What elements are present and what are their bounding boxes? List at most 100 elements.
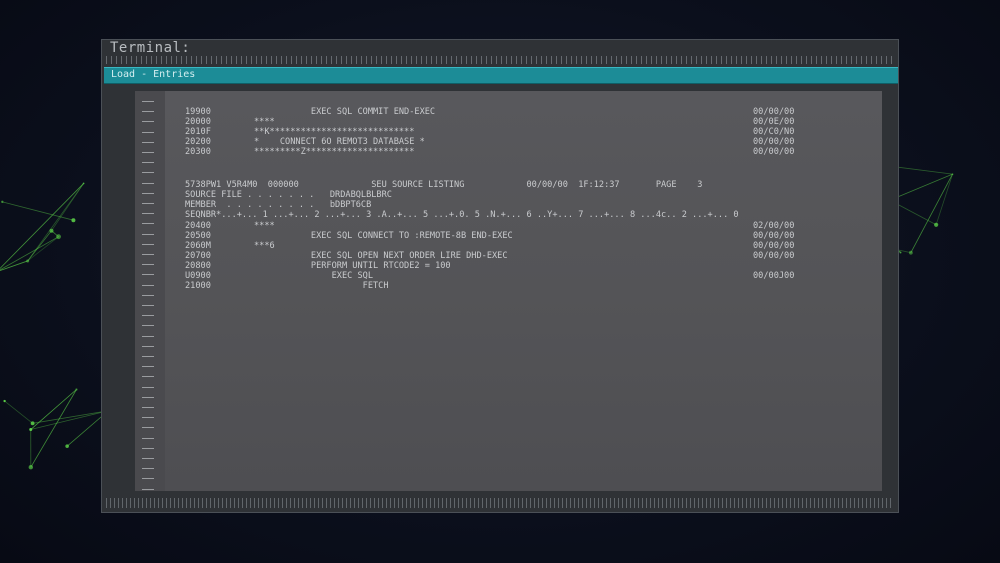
network-link: [0, 183, 84, 269]
line-seq: 20000: [185, 117, 211, 127]
line-code: FETCH: [254, 281, 389, 291]
network-link: [0, 236, 59, 271]
gutter-mark: [142, 366, 154, 367]
line-stat: 00/00/00: [753, 147, 795, 157]
line-seq: 20800: [185, 261, 211, 271]
line-code: PERFORM UNTIL RTCODE2 = 100: [254, 261, 451, 271]
network-node: [28, 465, 34, 470]
line-seq: 20700: [185, 251, 211, 261]
line-seq: 20500: [185, 231, 211, 241]
network-link: [2, 201, 74, 221]
network-node: [26, 259, 30, 263]
line-code: ****: [254, 117, 275, 127]
line-stat: 00/00/00: [753, 137, 795, 147]
network-node: [56, 234, 61, 240]
menu-bar[interactable]: Load - Entries: [104, 67, 898, 84]
network-link: [4, 400, 33, 424]
gutter-mark: [142, 417, 154, 418]
gutter-mark: [142, 397, 154, 398]
gutter-mark: [142, 162, 154, 163]
gutter-mark: [142, 132, 154, 133]
gutter-mark: [142, 356, 154, 357]
gutter-mark: [142, 336, 154, 337]
gutter-mark: [142, 305, 154, 306]
line-code: EXEC SQL COMMIT END-EXEC: [254, 107, 436, 117]
gutter-mark: [142, 264, 154, 265]
network-link: [30, 389, 77, 468]
window-title: Terminal:: [110, 40, 191, 56]
network-node: [951, 173, 954, 175]
gutter-mark: [142, 346, 154, 347]
title-bar: Terminal:: [102, 40, 898, 66]
line-stat: 00/00J00: [753, 271, 795, 281]
network-node: [65, 444, 69, 448]
line-seq: 20200: [185, 137, 211, 147]
line-stat: 00/00/00: [753, 241, 795, 251]
gutter-mark: [142, 193, 154, 194]
gutter-mark: [142, 387, 154, 388]
gutter-mark: [142, 315, 154, 316]
gutter-mark: [142, 121, 154, 122]
line-code: EXEC SQL CONNECT TO :REMOTE-8B END-EXEC: [254, 231, 513, 241]
line-seq: 2060M: [185, 241, 211, 251]
line-code: *********Z*********************: [254, 147, 415, 157]
line-stat: 00/00/00: [753, 107, 795, 117]
listing-header: 5738PW1 V5R4M0 000000 SEU SOURCE LISTING…: [185, 180, 703, 190]
gutter-mark: [142, 183, 154, 184]
network-link: [27, 236, 59, 262]
line-seq: 20300: [185, 147, 211, 157]
line-code: **K****************************: [254, 127, 415, 137]
network-link: [910, 173, 953, 253]
network-node: [49, 228, 54, 233]
line-stat: 00/C0/N0: [753, 127, 795, 137]
gutter-mark: [142, 325, 154, 326]
gutter-mark: [142, 448, 154, 449]
network-node: [75, 388, 78, 391]
network-node: [71, 218, 76, 223]
gutter-mark: [142, 101, 154, 102]
source-file-line: SOURCE FILE . . . . . . . DRDABQLBLBRC: [185, 190, 392, 200]
gutter-mark: [142, 438, 154, 439]
network-link: [51, 230, 59, 237]
gutter-mark: [142, 458, 154, 459]
line-code: * CONNECT 6O REMOT3 DATABASE *: [254, 137, 425, 147]
gutter-mark: [142, 213, 154, 214]
gutter-mark: [142, 478, 154, 479]
network-node: [82, 182, 85, 185]
line-stat: 02/00/00: [753, 221, 795, 231]
terminal-screen: 19900 EXEC SQL COMMIT END-EXEC 00/00/00 20…: [135, 91, 882, 491]
line-code: EXEC SQL OPEN NEXT ORDER LIRE DHD-EXEC: [254, 251, 508, 261]
line-gutter: [135, 91, 165, 491]
top-tick-ruler: [106, 56, 894, 64]
gutter-mark: [142, 234, 154, 235]
terminal-window: Terminal: Load - Entries 19900 EXEC SQL …: [101, 39, 899, 513]
line-seq: 19900: [185, 107, 211, 117]
network-link: [30, 389, 77, 430]
network-link: [0, 260, 28, 271]
network-link: [30, 410, 109, 430]
gutter-mark: [142, 152, 154, 153]
network-link: [27, 183, 84, 262]
gutter-mark: [142, 172, 154, 173]
network-link: [51, 183, 84, 231]
line-stat: 00/0E/00: [753, 117, 795, 127]
gutter-mark: [142, 468, 154, 469]
sequence-ruler: SEQNBR*...+... 1 ...+... 2 ...+... 3 .A.…: [185, 210, 739, 220]
line-code: ***6: [254, 241, 275, 251]
network-link: [27, 230, 52, 262]
line-seq: 2010F: [185, 127, 211, 137]
network-node: [908, 250, 913, 255]
gutter-mark: [142, 244, 154, 245]
gutter-mark: [142, 254, 154, 255]
line-seq: U0900: [185, 271, 211, 281]
gutter-mark: [142, 111, 154, 112]
network-node: [29, 428, 33, 432]
network-node: [30, 421, 35, 426]
network-node: [899, 251, 902, 254]
bottom-tick-ruler: [106, 498, 894, 508]
menu-label[interactable]: Load - Entries: [111, 69, 195, 80]
line-seq: 21000: [185, 281, 211, 291]
line-stat: 00/00/00: [753, 231, 795, 241]
network-node: [1, 200, 4, 204]
line-seq: 20400: [185, 221, 211, 231]
